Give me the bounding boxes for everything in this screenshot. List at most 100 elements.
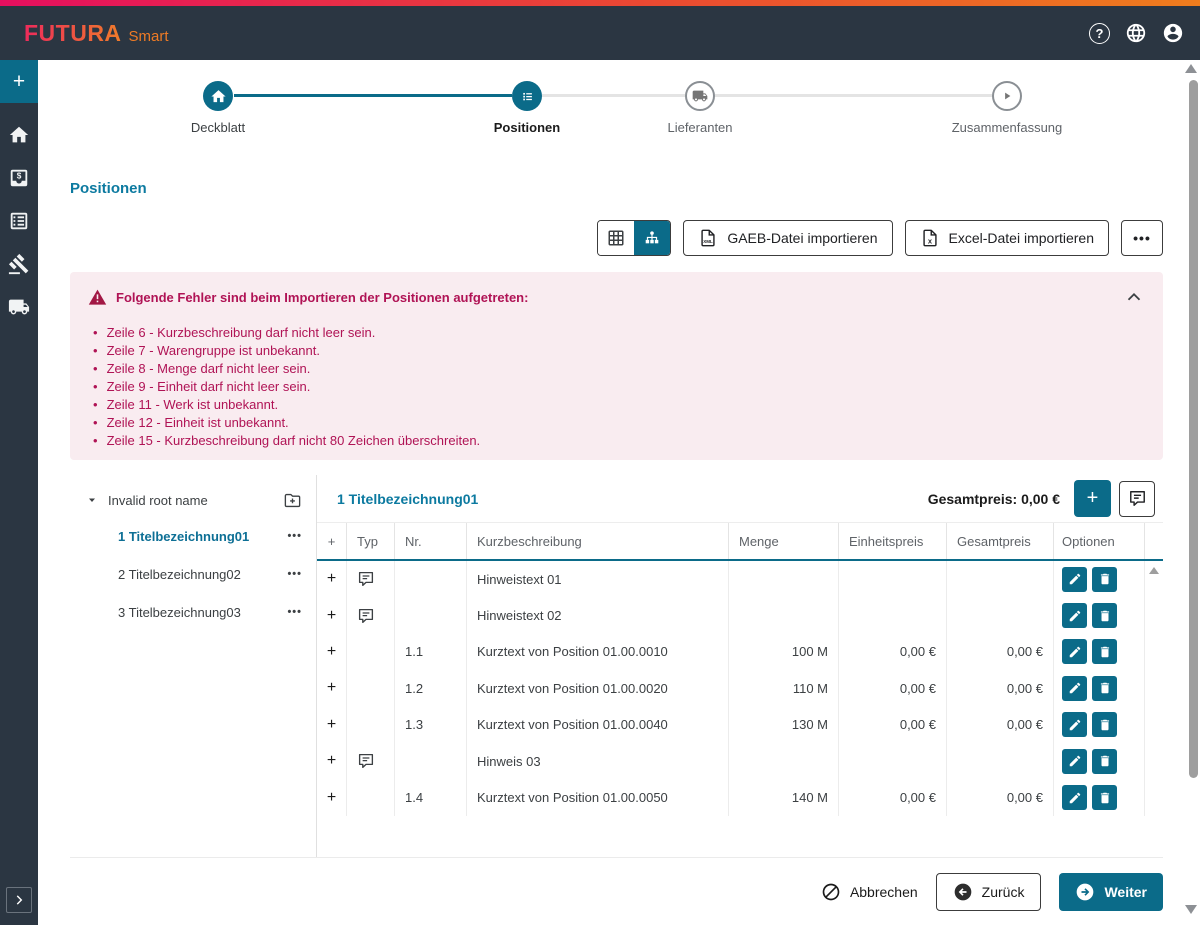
tree-root-row[interactable]: Invalid root name (70, 483, 316, 517)
row-expand-button[interactable]: + (317, 634, 346, 670)
sidebar-expand-button[interactable] (6, 887, 32, 913)
cell-menge (729, 561, 839, 597)
row-expand-button[interactable]: + (317, 707, 346, 743)
sidebar-price-request-icon[interactable] (8, 167, 30, 189)
tree-item-titel03[interactable]: 3 Titelbezeichnung03 ••• (70, 593, 316, 631)
cell-einheitspreis (839, 561, 947, 597)
row-expand-button[interactable]: + (317, 743, 346, 779)
tree-item-label: 2 Titelbezeichnung02 (118, 567, 287, 582)
cell-menge (729, 743, 839, 779)
tree-view-icon[interactable] (634, 221, 670, 255)
table-view-icon[interactable] (598, 221, 634, 255)
cell-gesamtpreis (947, 743, 1054, 779)
edit-row-button[interactable] (1062, 567, 1087, 592)
cell-nr (395, 743, 467, 779)
tree-item-titel02[interactable]: 2 Titelbezeichnung02 ••• (70, 555, 316, 593)
row-expand-button[interactable]: + (317, 561, 346, 597)
back-button[interactable]: Zurück (936, 873, 1042, 911)
trash-icon (1098, 718, 1112, 732)
cell-einheitspreis: 0,00 € (839, 634, 947, 670)
collapse-error-panel-button[interactable] (1123, 286, 1145, 308)
delete-row-button[interactable] (1092, 639, 1117, 664)
more-actions-button[interactable]: ••• (1121, 220, 1163, 256)
gaeb-import-button[interactable]: GAEB-Datei importieren (683, 220, 892, 256)
column-header-typ: Typ (347, 523, 395, 559)
step-zusammenfassung[interactable]: Zusammenfassung (927, 81, 1087, 135)
main-content: Deckblatt Positionen Lieferanten Zusamme… (38, 60, 1200, 925)
step-lieferanten[interactable]: Lieferanten (620, 81, 780, 135)
cell-gesamtpreis: 0,00 € (947, 670, 1054, 706)
cell-menge: 140 M (729, 779, 839, 815)
table-row: + Hinweis 03 (317, 743, 1163, 779)
page-scrollbar-thumb[interactable] (1189, 80, 1198, 778)
page-scroll-up-icon[interactable] (1185, 64, 1197, 73)
page-title: Positionen (70, 180, 147, 197)
table-scroll-up-icon[interactable] (1149, 567, 1159, 574)
tree-item-label: 3 Titelbezeichnung03 (118, 605, 287, 620)
sidebar-add-button[interactable]: + (0, 60, 38, 103)
comment-icon (1128, 489, 1147, 508)
step-positionen[interactable]: Positionen (447, 81, 607, 135)
cell-einheitspreis: 0,00 € (839, 707, 947, 743)
comment-icon (357, 570, 375, 588)
edit-row-button[interactable] (1062, 712, 1087, 737)
cancel-button[interactable]: Abbrechen (821, 882, 918, 902)
row-expand-button[interactable]: + (317, 670, 346, 706)
row-expand-button[interactable]: + (317, 779, 346, 815)
delete-row-button[interactable] (1092, 567, 1117, 592)
delete-row-button[interactable] (1092, 676, 1117, 701)
edit-row-button[interactable] (1062, 676, 1087, 701)
help-icon[interactable]: ? (1089, 23, 1110, 44)
cell-gesamtpreis: 0,00 € (947, 779, 1054, 815)
list-icon (519, 88, 536, 105)
tree-item-menu-icon[interactable]: ••• (287, 606, 302, 618)
add-position-button[interactable]: + (1074, 480, 1111, 517)
edit-row-button[interactable] (1062, 785, 1087, 810)
sidebar: + (0, 60, 38, 925)
pencil-icon (1068, 718, 1082, 732)
language-icon[interactable] (1125, 22, 1147, 44)
pencil-icon (1068, 572, 1082, 586)
tree-item-menu-icon[interactable]: ••• (287, 530, 302, 542)
error-item: Zeile 15 - Kurzbeschreibung darf nicht 8… (88, 431, 1145, 449)
arrow-left-circle-icon (953, 882, 973, 902)
edit-row-button[interactable] (1062, 639, 1087, 664)
xml-file-icon (698, 228, 718, 248)
delete-row-button[interactable] (1092, 785, 1117, 810)
sidebar-logistics-icon[interactable] (8, 296, 30, 318)
delete-row-button[interactable] (1092, 749, 1117, 774)
delete-row-button[interactable] (1092, 603, 1117, 628)
trash-icon (1098, 681, 1112, 695)
toolbar: GAEB-Datei importieren Excel-Datei impor… (597, 220, 1163, 256)
sidebar-home-icon[interactable] (8, 124, 30, 146)
home-icon (210, 88, 227, 105)
next-button[interactable]: Weiter (1059, 873, 1163, 911)
cell-kurzbeschreibung: Hinweistext 02 (467, 597, 729, 633)
page-scroll-down-icon[interactable] (1185, 905, 1197, 914)
tree-item-titel01[interactable]: 1 Titelbezeichnung01 ••• (70, 517, 316, 555)
sidebar-auction-icon[interactable] (8, 253, 30, 275)
column-header-optionen: Optionen (1054, 523, 1145, 559)
step-deckblatt[interactable]: Deckblatt (138, 81, 298, 135)
cell-gesamtpreis (947, 597, 1054, 633)
row-expand-button[interactable]: + (317, 597, 346, 633)
cell-einheitspreis (839, 743, 947, 779)
error-list: Zeile 6 - Kurzbeschreibung darf nicht le… (88, 323, 1145, 449)
edit-row-button[interactable] (1062, 749, 1087, 774)
tree-collapse-icon[interactable] (86, 494, 98, 506)
block-icon (821, 882, 841, 902)
sidebar-tenders-icon[interactable] (8, 210, 30, 232)
delete-row-button[interactable] (1092, 712, 1117, 737)
table-row: + 1.3 Kurztext von Position 01.00.0040 1… (317, 707, 1163, 743)
warning-icon (88, 288, 107, 307)
comment-icon (357, 607, 375, 625)
excel-import-button[interactable]: Excel-Datei importieren (905, 220, 1110, 256)
add-note-button[interactable] (1119, 481, 1155, 517)
pencil-icon (1068, 791, 1082, 805)
app-logo: FUTURA Smart (24, 20, 169, 47)
add-title-icon[interactable] (283, 491, 302, 510)
edit-row-button[interactable] (1062, 603, 1087, 628)
account-icon[interactable] (1162, 22, 1184, 44)
table-titlebar: 1 Titelbezeichnung01 Gesamtpreis: 0,00 €… (317, 475, 1163, 523)
tree-item-menu-icon[interactable]: ••• (287, 568, 302, 580)
